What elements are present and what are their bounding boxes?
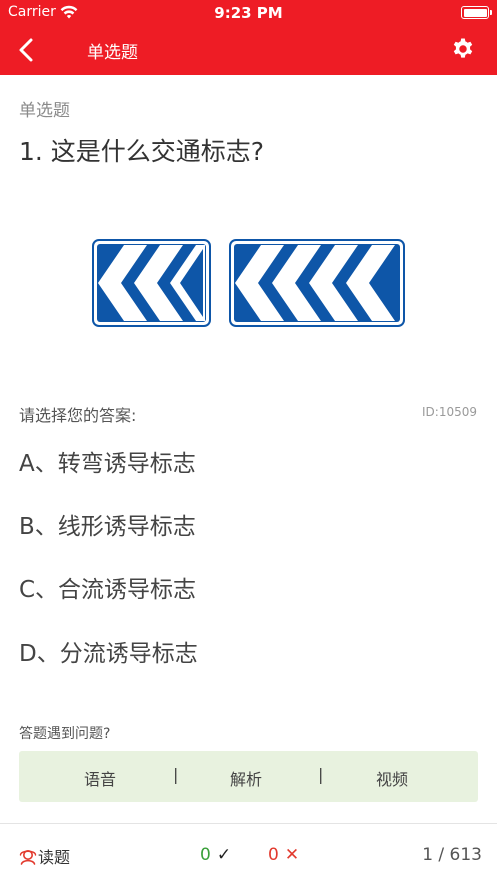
reader-icon [19, 850, 37, 865]
analysis-button[interactable]: 解析 [230, 766, 262, 790]
page-title: 单选题 [87, 43, 138, 63]
correct-counter: 0 ✓ [200, 845, 231, 865]
help-toolbar: 语音 | 解析 | 视频 [19, 751, 478, 802]
toolbar-separator: | [173, 765, 179, 784]
battery-icon [461, 6, 492, 19]
cross-icon: ✕ [284, 845, 300, 865]
question-id: ID:10509 [422, 405, 477, 419]
answer-prompt: 请选择您的答案: [19, 406, 137, 425]
question-type-label: 单选题 [19, 101, 70, 121]
correct-count: 0 [200, 845, 211, 865]
gear-icon[interactable] [451, 37, 475, 61]
read-question-button[interactable]: 读题 [19, 844, 70, 868]
bottom-bar: 读题 0 ✓ 0 ✕ 1 / 613 [0, 823, 497, 883]
question-progress[interactable]: 1 / 613 [422, 845, 482, 865]
video-button[interactable]: 视频 [376, 766, 408, 790]
question-text: 1. 这是什么交通标志? [19, 137, 265, 166]
wrong-counter: 0 ✕ [268, 845, 299, 865]
check-icon: ✓ [216, 845, 232, 865]
read-question-label: 读题 [38, 848, 71, 867]
header: Carrier 9:23 PM 单选题 [0, 0, 497, 75]
problem-label: 答题遇到问题? [19, 726, 111, 742]
option-c[interactable]: C、合流诱导标志 [19, 570, 196, 604]
voice-button[interactable]: 语音 [84, 766, 116, 790]
option-b[interactable]: B、线形诱导标志 [19, 507, 196, 541]
option-a[interactable]: A、转弯诱导标志 [19, 444, 196, 478]
chevron-left-icon[interactable] [14, 37, 40, 63]
toolbar-separator: | [318, 765, 324, 784]
app-root: Carrier 9:23 PM 单选题 单选题 1. 这是什么交通标志? 请选择… [0, 0, 497, 883]
traffic-sign-image [92, 239, 405, 327]
option-d[interactable]: D、分流诱导标志 [19, 634, 198, 668]
clock: 9:23 PM [214, 4, 283, 22]
wrong-count: 0 [268, 845, 279, 865]
status-bar: Carrier 9:23 PM [0, 0, 497, 26]
nav-bar: 单选题 [0, 26, 497, 75]
